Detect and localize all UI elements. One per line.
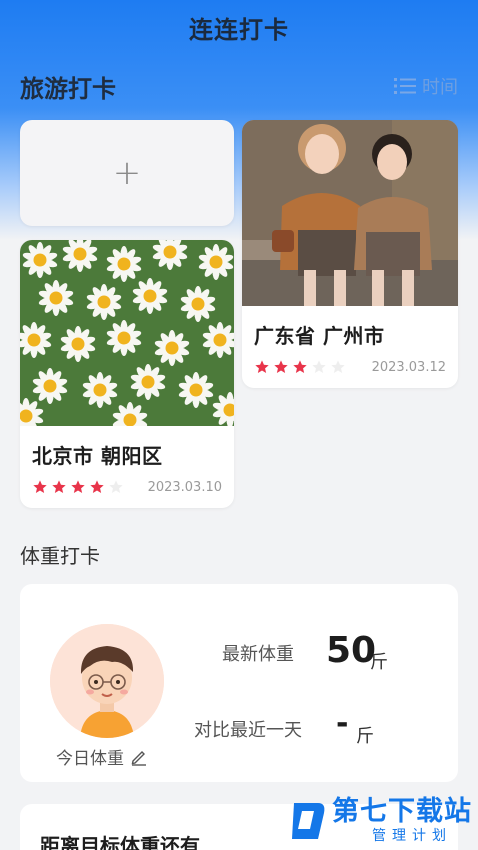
- star-filled-icon: [274, 360, 288, 373]
- star-filled-icon: [255, 360, 269, 373]
- star-filled-icon: [71, 480, 85, 493]
- star-filled-icon: [33, 480, 47, 493]
- star-empty-icon: [331, 360, 345, 373]
- star-filled-icon: [52, 480, 66, 493]
- compare-weight-value: -: [336, 706, 349, 741]
- add-travel-checkin-button[interactable]: +: [20, 120, 234, 226]
- today-weight-label: 今日体重: [56, 749, 124, 769]
- watermark-sub-text: 管理计划: [372, 828, 452, 844]
- avatar: [50, 624, 164, 738]
- star-empty-icon: [312, 360, 326, 373]
- weight-card: 今日体重 最新体重 50 斤 对比最近一天 - 斤: [20, 584, 458, 782]
- list-icon: [394, 78, 416, 94]
- star-filled-icon: [90, 480, 104, 493]
- goal-title: 距离目标体重还有: [40, 834, 200, 850]
- weight-section-title: 体重打卡: [20, 544, 100, 568]
- sort-by-time-button[interactable]: 时间: [394, 73, 458, 99]
- edit-pencil-icon: [131, 750, 146, 766]
- watermark-main-text: 第七下载站: [332, 796, 472, 827]
- plus-icon: +: [112, 153, 142, 193]
- star-empty-icon: [109, 480, 123, 493]
- app-title: 连连打卡: [189, 16, 289, 44]
- travel-card-meta: 2023.03.12: [242, 349, 458, 375]
- edit-today-weight-button[interactable]: 今日体重: [56, 744, 148, 769]
- travel-section-title: 旅游打卡: [20, 74, 116, 103]
- travel-card-title: 北京市 朝阳区: [32, 444, 163, 468]
- travel-section-header: 旅游打卡 时间: [20, 66, 458, 106]
- travel-card-date: 2023.03.12: [371, 359, 446, 375]
- compare-weight-unit: 斤: [356, 726, 374, 747]
- travel-card-meta: 2023.03.10: [20, 469, 234, 495]
- latest-weight-unit: 斤: [370, 652, 388, 673]
- travel-card-guangzhou[interactable]: 广东省 广州市 2023.03.12: [242, 120, 458, 388]
- daisy-flowers-photo: [20, 240, 234, 426]
- watermark-logo-icon: [292, 802, 325, 839]
- rating-stars: [254, 359, 346, 375]
- travel-card-date: 2023.03.10: [147, 479, 222, 495]
- compare-weight-label: 对比最近一天: [194, 720, 302, 741]
- latest-weight-label: 最新体重: [222, 644, 294, 665]
- watermark-logo: 第七下载站 管理计划: [288, 798, 472, 843]
- travel-card-title: 广东省 广州市: [254, 324, 385, 348]
- travel-card-beijing[interactable]: 北京市 朝阳区 2023.03.10: [20, 240, 234, 508]
- star-filled-icon: [293, 360, 307, 373]
- latest-weight-value: 50: [326, 630, 377, 671]
- rating-stars: [32, 479, 124, 495]
- sort-label: 时间: [422, 77, 458, 98]
- two-girls-photo: [242, 120, 458, 306]
- boy-avatar-icon: [50, 624, 164, 738]
